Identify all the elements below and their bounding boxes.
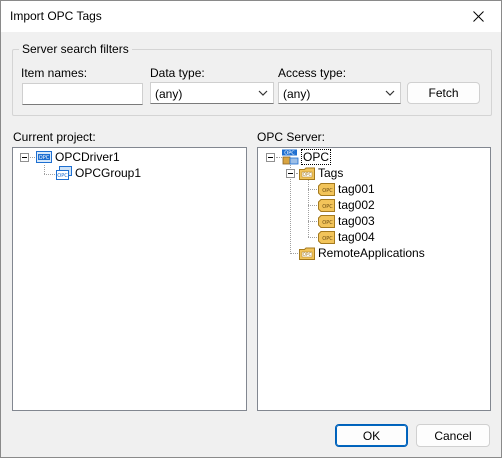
- tree-node-tag[interactable]: OPC tag003: [318, 213, 375, 229]
- svg-text:OPC: OPC: [322, 235, 333, 241]
- access-type-value: (any): [283, 87, 311, 101]
- tree-node-label: OPC: [300, 149, 332, 165]
- opc-folder-icon: OPC: [299, 247, 315, 260]
- tree-node-label: RemoteApplications: [318, 246, 425, 260]
- chevron-down-icon: [258, 90, 268, 96]
- svg-text:OPC: OPC: [322, 219, 333, 225]
- collapse-toggle[interactable]: [286, 169, 295, 178]
- tree-node-label: tag004: [338, 230, 375, 244]
- item-names-input[interactable]: [22, 83, 143, 105]
- svg-text:OPC: OPC: [322, 187, 333, 193]
- opc-folder-icon: OPC: [299, 167, 315, 180]
- access-type-label: Access type:: [278, 66, 347, 80]
- opc-server-tree[interactable]: OPC OPC OPC Tags OPC tag001 OPC tag002 O…: [257, 147, 491, 411]
- chevron-down-icon: [385, 90, 395, 96]
- tree-node-label: Tags: [318, 166, 344, 180]
- tree-node-label: tag002: [338, 198, 375, 212]
- filters-group-title: Server search filters: [19, 42, 132, 56]
- svg-text:OPC: OPC: [303, 252, 312, 257]
- opc-driver-icon: OPC: [36, 151, 52, 163]
- tree-node-label: OPCDriver1: [55, 150, 120, 164]
- tree-node-label: tag001: [338, 182, 375, 196]
- tree-node-opc-root[interactable]: OPC OPC: [281, 149, 332, 165]
- svg-text:OPC: OPC: [284, 151, 295, 157]
- tree-node-tags-folder[interactable]: OPC Tags: [299, 165, 343, 181]
- opc-tag-icon: OPC: [318, 182, 335, 196]
- title-bar: Import OPC Tags: [1, 1, 501, 32]
- fetch-button[interactable]: Fetch: [407, 82, 480, 104]
- collapse-toggle[interactable]: [20, 153, 29, 162]
- svg-text:OPC: OPC: [57, 173, 68, 179]
- current-project-tree[interactable]: OPC OPCDriver1 OPC OPCGroup1: [12, 147, 247, 411]
- tree-node-label: tag003: [338, 214, 375, 228]
- data-type-select[interactable]: (any): [150, 82, 274, 104]
- svg-text:OPC: OPC: [322, 203, 333, 209]
- opc-tag-icon: OPC: [318, 198, 335, 212]
- opc-tag-icon: OPC: [318, 214, 335, 228]
- window-title: Import OPC Tags: [10, 9, 102, 23]
- collapse-toggle[interactable]: [266, 153, 275, 162]
- tree-node-tag[interactable]: OPC tag001: [318, 181, 375, 197]
- ok-button[interactable]: OK: [335, 424, 408, 447]
- tree-node-label: OPCGroup1: [75, 166, 142, 180]
- svg-text:OPC: OPC: [39, 155, 50, 161]
- opc-server-label: OPC Server:: [257, 130, 326, 144]
- item-names-label: Item names:: [21, 66, 88, 80]
- import-opc-tags-dialog: Import OPC Tags Server search filters It…: [0, 0, 502, 458]
- tree-node-remoteapplications[interactable]: OPC RemoteApplications: [299, 245, 425, 261]
- close-icon: [472, 11, 484, 22]
- access-type-select[interactable]: (any): [278, 82, 401, 104]
- opc-server-icon: OPC: [282, 149, 299, 165]
- cancel-button[interactable]: Cancel: [416, 424, 490, 447]
- opc-tag-icon: OPC: [318, 230, 335, 244]
- tree-node-opcdriver1[interactable]: OPC OPCDriver1: [36, 149, 120, 165]
- svg-text:OPC: OPC: [303, 172, 312, 177]
- close-button[interactable]: [455, 1, 501, 32]
- data-type-value: (any): [155, 87, 183, 101]
- tree-node-opcgroup1[interactable]: OPC OPCGroup1: [56, 165, 141, 181]
- current-project-label: Current project:: [13, 130, 96, 144]
- data-type-label: Data type:: [150, 66, 205, 80]
- opc-group-icon: OPC: [56, 166, 72, 180]
- tree-node-tag[interactable]: OPC tag004: [318, 229, 375, 245]
- tree-node-tag[interactable]: OPC tag002: [318, 197, 375, 213]
